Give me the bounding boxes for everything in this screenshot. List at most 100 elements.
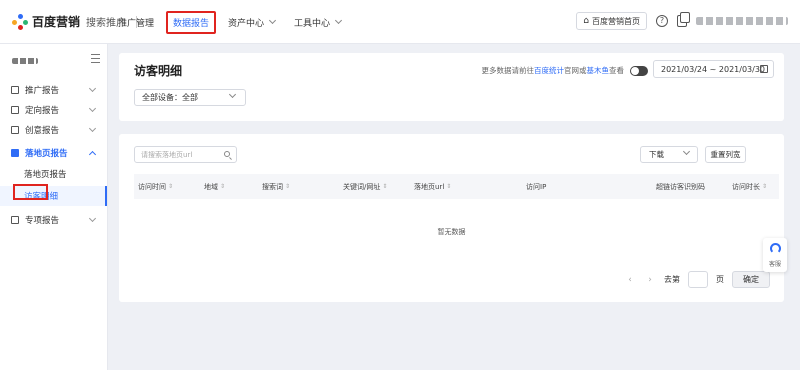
column-visit-ip: 访问IP bbox=[526, 174, 546, 199]
help-icon[interactable]: ? bbox=[656, 15, 668, 27]
table-card: 请搜索落地页url 下载 重置列宽 访问时间 ⇕ 地域 ⇕ 搜索词 ⇕ 关键词/网址 ⇕… bbox=[119, 134, 784, 302]
column-label: 访问IP bbox=[526, 182, 547, 191]
column-visit-time[interactable]: 访问时间 ⇕ bbox=[138, 174, 173, 199]
column-label: 地域 bbox=[204, 182, 218, 191]
top-nav: 推广管理 数据报告 资产中心 工具中心 bbox=[118, 0, 360, 44]
table-header: 访问时间 ⇕ 地域 ⇕ 搜索词 ⇕ 关键词/网址 ⇕ 落地页url ⇕ 访问IP 超链访客… bbox=[134, 174, 779, 199]
column-label: 访问时间 bbox=[138, 182, 166, 191]
target-icon bbox=[11, 106, 19, 114]
sidebar-item-label: 专项报告 bbox=[25, 216, 60, 226]
empty-state: 暂无数据 bbox=[437, 228, 466, 236]
customer-service-button[interactable]: 客服 bbox=[763, 238, 787, 272]
sort-icon: ⇕ bbox=[168, 183, 174, 190]
confirm-page-button[interactable]: 确定 bbox=[732, 271, 770, 288]
sidebar-item-label: 落地页报告 bbox=[25, 149, 68, 159]
user-account[interactable] bbox=[696, 17, 788, 25]
pagination: ‹ › 去第 页 确定 bbox=[624, 271, 770, 288]
sidebar-subitem-landing-report[interactable]: 落地页报告 bbox=[0, 164, 107, 184]
sidebar-item-special-report[interactable]: 专项报告 bbox=[0, 210, 107, 230]
column-search-term[interactable]: 搜索词 ⇕ bbox=[262, 174, 290, 199]
sort-icon: ⇕ bbox=[446, 183, 452, 190]
home-label: 百度营销首页 bbox=[592, 16, 640, 26]
chevron-down-icon bbox=[335, 16, 343, 25]
nav-label: 推广管理 bbox=[118, 18, 155, 29]
search-icon[interactable] bbox=[224, 151, 230, 157]
chevron-down-icon bbox=[88, 124, 97, 133]
sidebar-item-promotion-report[interactable]: 推广报告 bbox=[0, 80, 107, 100]
column-landing-url[interactable]: 落地页url ⇕ bbox=[414, 174, 451, 199]
sidebar-item-creative-report[interactable]: 创意报告 bbox=[0, 120, 107, 140]
home-button[interactable]: ⌂ 百度营销首页 bbox=[576, 12, 647, 30]
sidebar-item-label: 创意报告 bbox=[25, 126, 60, 136]
nav-item-promotion[interactable]: 推广管理 bbox=[118, 16, 154, 29]
download-button[interactable]: 下载 bbox=[640, 146, 698, 163]
device-select-value: 全部设备：全部 bbox=[142, 93, 198, 102]
chevron-down-icon bbox=[88, 214, 97, 223]
chevron-down-icon bbox=[88, 104, 97, 113]
collapse-menu-icon[interactable] bbox=[91, 54, 100, 63]
download-label: 下载 bbox=[649, 150, 664, 159]
sidebar-item-targeting-report[interactable]: 定向报告 bbox=[0, 100, 107, 120]
chevron-down-icon bbox=[682, 147, 691, 156]
nav-label: 数据报告 bbox=[173, 18, 210, 29]
search-placeholder: 请搜索落地页url bbox=[141, 150, 193, 159]
search-input[interactable]: 请搜索落地页url bbox=[134, 146, 237, 163]
goto-label: 去第 bbox=[664, 275, 680, 284]
creative-icon bbox=[11, 126, 19, 134]
sidebar: 推广报告 定向报告 创意报告 落地页报告 落地页报告 访客明细 专项报告 bbox=[0, 44, 108, 370]
reset-column-width-button[interactable]: 重置列宽 bbox=[705, 146, 746, 163]
prev-page-icon[interactable]: ‹ bbox=[624, 275, 636, 285]
sort-icon: ⇕ bbox=[285, 183, 291, 190]
copy-icon[interactable] bbox=[677, 12, 690, 27]
date-range-picker[interactable]: 2021/03/24 ~ 2021/03/30 bbox=[653, 60, 774, 78]
nav-item-assets[interactable]: 资产中心 bbox=[228, 16, 277, 29]
chevron-down-icon bbox=[88, 84, 97, 93]
calendar-icon bbox=[760, 65, 768, 73]
tip-text: 更多数据请前往 bbox=[481, 66, 535, 75]
page-unit-label: 页 bbox=[716, 275, 724, 284]
reset-label: 重置列宽 bbox=[710, 150, 741, 159]
nav-label: 工具中心 bbox=[294, 18, 331, 29]
sort-icon: ⇕ bbox=[762, 183, 768, 190]
device-select[interactable]: 全部设备：全部 bbox=[134, 89, 246, 106]
home-icon: ⌂ bbox=[583, 16, 589, 26]
landing-icon bbox=[11, 149, 19, 157]
top-right-tools: ⌂ 百度营销首页 ? bbox=[576, 12, 788, 30]
tip-text: 查看 bbox=[609, 66, 624, 75]
tip-text: 官网或 bbox=[564, 66, 587, 75]
sidebar-item-landing-report[interactable]: 落地页报告 bbox=[0, 143, 107, 163]
nav-item-tools[interactable]: 工具中心 bbox=[294, 16, 343, 29]
sidebar-item-label: 推广报告 bbox=[25, 86, 60, 96]
column-label: 关键词/网址 bbox=[343, 182, 381, 191]
column-visit-duration[interactable]: 访问时长 ⇕ bbox=[732, 174, 767, 199]
sidebar-item-label: 定向报告 bbox=[25, 106, 60, 116]
column-label: 落地页url bbox=[414, 182, 445, 191]
nav-label: 资产中心 bbox=[228, 18, 265, 29]
page-title: 访客明细 bbox=[134, 64, 183, 78]
chevron-up-icon bbox=[88, 150, 97, 159]
sidebar-subitem-label: 落地页报告 bbox=[24, 170, 67, 180]
data-toggle[interactable] bbox=[630, 65, 648, 76]
column-label: 搜索词 bbox=[262, 182, 283, 191]
report-icon bbox=[11, 86, 19, 94]
customer-service-label: 客服 bbox=[768, 261, 781, 268]
header-card: 访客明细 更多数据请前往 百度统计 官网或 基木鱼 查看 2021/03/24 … bbox=[119, 53, 784, 121]
column-region[interactable]: 地域 ⇕ bbox=[204, 174, 225, 199]
special-icon bbox=[11, 216, 19, 224]
data-tip: 更多数据请前往 百度统计 官网或 基木鱼 查看 bbox=[481, 65, 648, 76]
account-name bbox=[12, 58, 38, 64]
headset-icon bbox=[769, 243, 781, 254]
baidu-stats-link[interactable]: 百度统计 bbox=[534, 65, 564, 76]
chevron-down-icon bbox=[269, 16, 277, 25]
brand-name: 百度营销 bbox=[32, 15, 81, 29]
column-keyword-url[interactable]: 关键词/网址 ⇕ bbox=[343, 174, 387, 199]
top-bar: 百度营销 搜索推广 推广管理 数据报告 资产中心 工具中心 ⌂ 百度营销首页 ? bbox=[0, 0, 800, 44]
page-number-input[interactable] bbox=[688, 271, 708, 288]
jimuyu-link[interactable]: 基木鱼 bbox=[587, 65, 610, 76]
column-visitor-id: 超链访客识别码 bbox=[656, 174, 705, 199]
column-label: 超链访客识别码 bbox=[656, 182, 705, 191]
next-page-icon[interactable]: › bbox=[644, 275, 656, 285]
chevron-down-icon bbox=[228, 90, 237, 99]
logo-icon bbox=[12, 13, 28, 30]
nav-item-data-report[interactable]: 数据报告 bbox=[166, 10, 217, 34]
